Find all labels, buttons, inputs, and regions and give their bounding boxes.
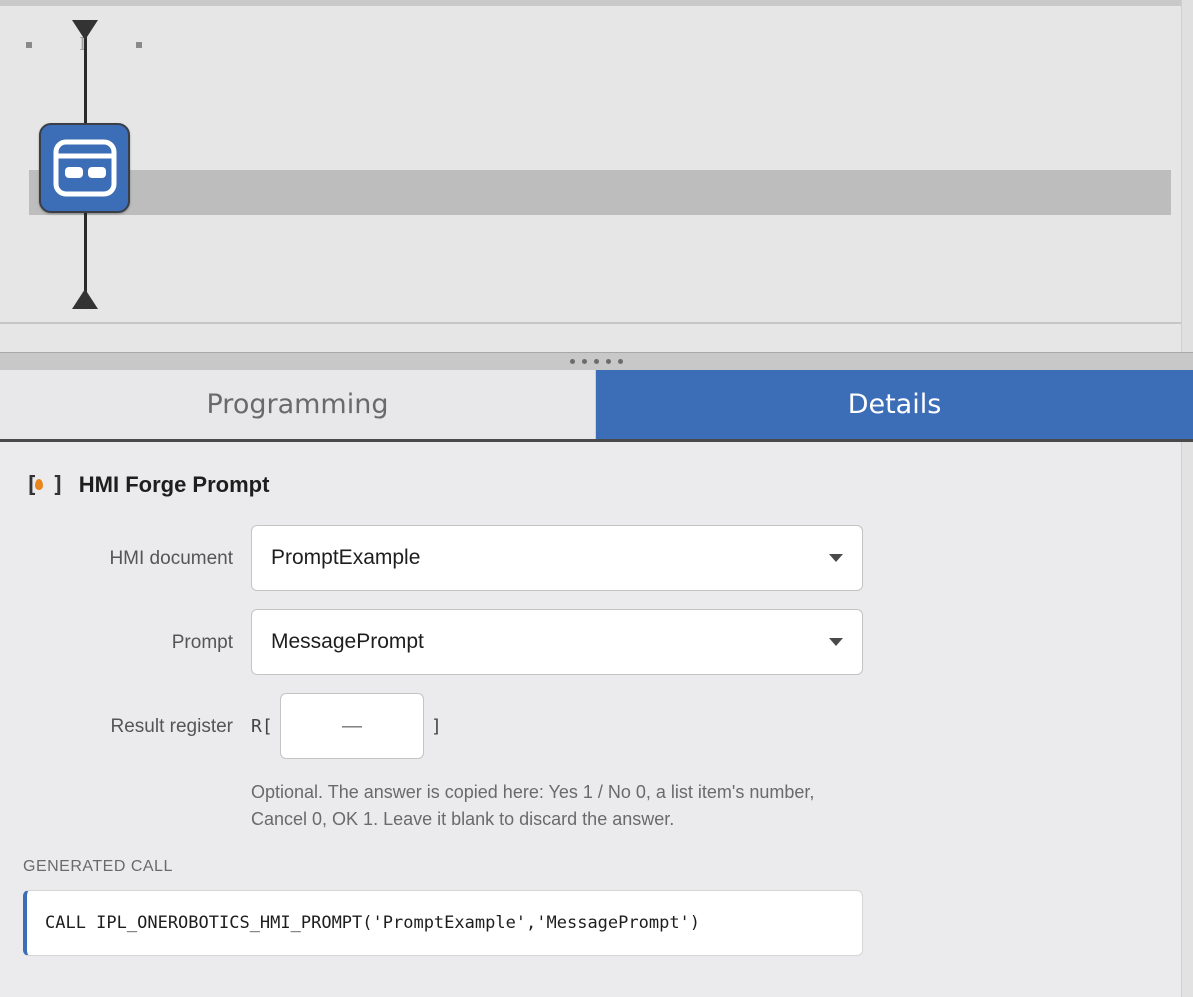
selected-lane[interactable] [29, 170, 1171, 215]
register-suffix: ] [431, 716, 442, 737]
details-scrollbar[interactable] [1181, 442, 1193, 997]
canvas-marker-right [136, 42, 142, 48]
canvas-marker-left [26, 42, 32, 48]
details-header: [ ] HMI Forge Prompt [25, 472, 269, 498]
hmi-dialog-icon [53, 139, 116, 197]
hmi-prompt-node[interactable] [39, 123, 130, 213]
flow-start-arrow [72, 20, 98, 40]
grip-dot [606, 359, 611, 364]
details-panel: [ ] HMI Forge Prompt HMI document Prompt… [0, 442, 1193, 997]
flame-icon [35, 478, 43, 490]
canvas-divider [0, 322, 1181, 324]
hmi-document-value: PromptExample [271, 546, 421, 569]
result-register-label: Result register [110, 716, 234, 737]
grip-dot [594, 359, 599, 364]
result-register-input[interactable] [280, 693, 424, 759]
flow-end-arrow [72, 289, 98, 309]
panel-splitter[interactable] [0, 352, 1193, 370]
register-prefix: R[ [251, 716, 273, 737]
tab-bar: Programming Details [0, 370, 1193, 442]
generated-call-box: CALL IPL_ONEROBOTICS_HMI_PROMPT('PromptE… [23, 890, 863, 956]
grip-dot [570, 359, 575, 364]
generated-call-label: GENERATED CALL [23, 858, 173, 875]
prompt-value: MessagePrompt [271, 630, 424, 653]
tab-programming[interactable]: Programming [0, 370, 596, 439]
program-canvas[interactable]: I [0, 0, 1181, 352]
page-title: HMI Forge Prompt [78, 472, 270, 497]
grip-dot [582, 359, 587, 364]
result-register-help: Optional. The answer is copied here: Yes… [251, 782, 815, 829]
chevron-down-icon [829, 638, 843, 646]
tab-details[interactable]: Details [596, 370, 1193, 439]
prompt-select[interactable]: MessagePrompt [251, 609, 863, 675]
hmi-document-label: HMI document [109, 548, 233, 569]
generated-call-code: CALL IPL_ONEROBOTICS_HMI_PROMPT('PromptE… [45, 913, 701, 933]
hmi-document-select[interactable]: PromptExample [251, 525, 863, 591]
hmi-forge-icon: [ ] [25, 472, 65, 498]
prompt-label: Prompt [171, 632, 233, 653]
canvas-scrollbar[interactable] [1181, 0, 1193, 352]
grip-dot [618, 359, 623, 364]
chevron-down-icon [829, 554, 843, 562]
